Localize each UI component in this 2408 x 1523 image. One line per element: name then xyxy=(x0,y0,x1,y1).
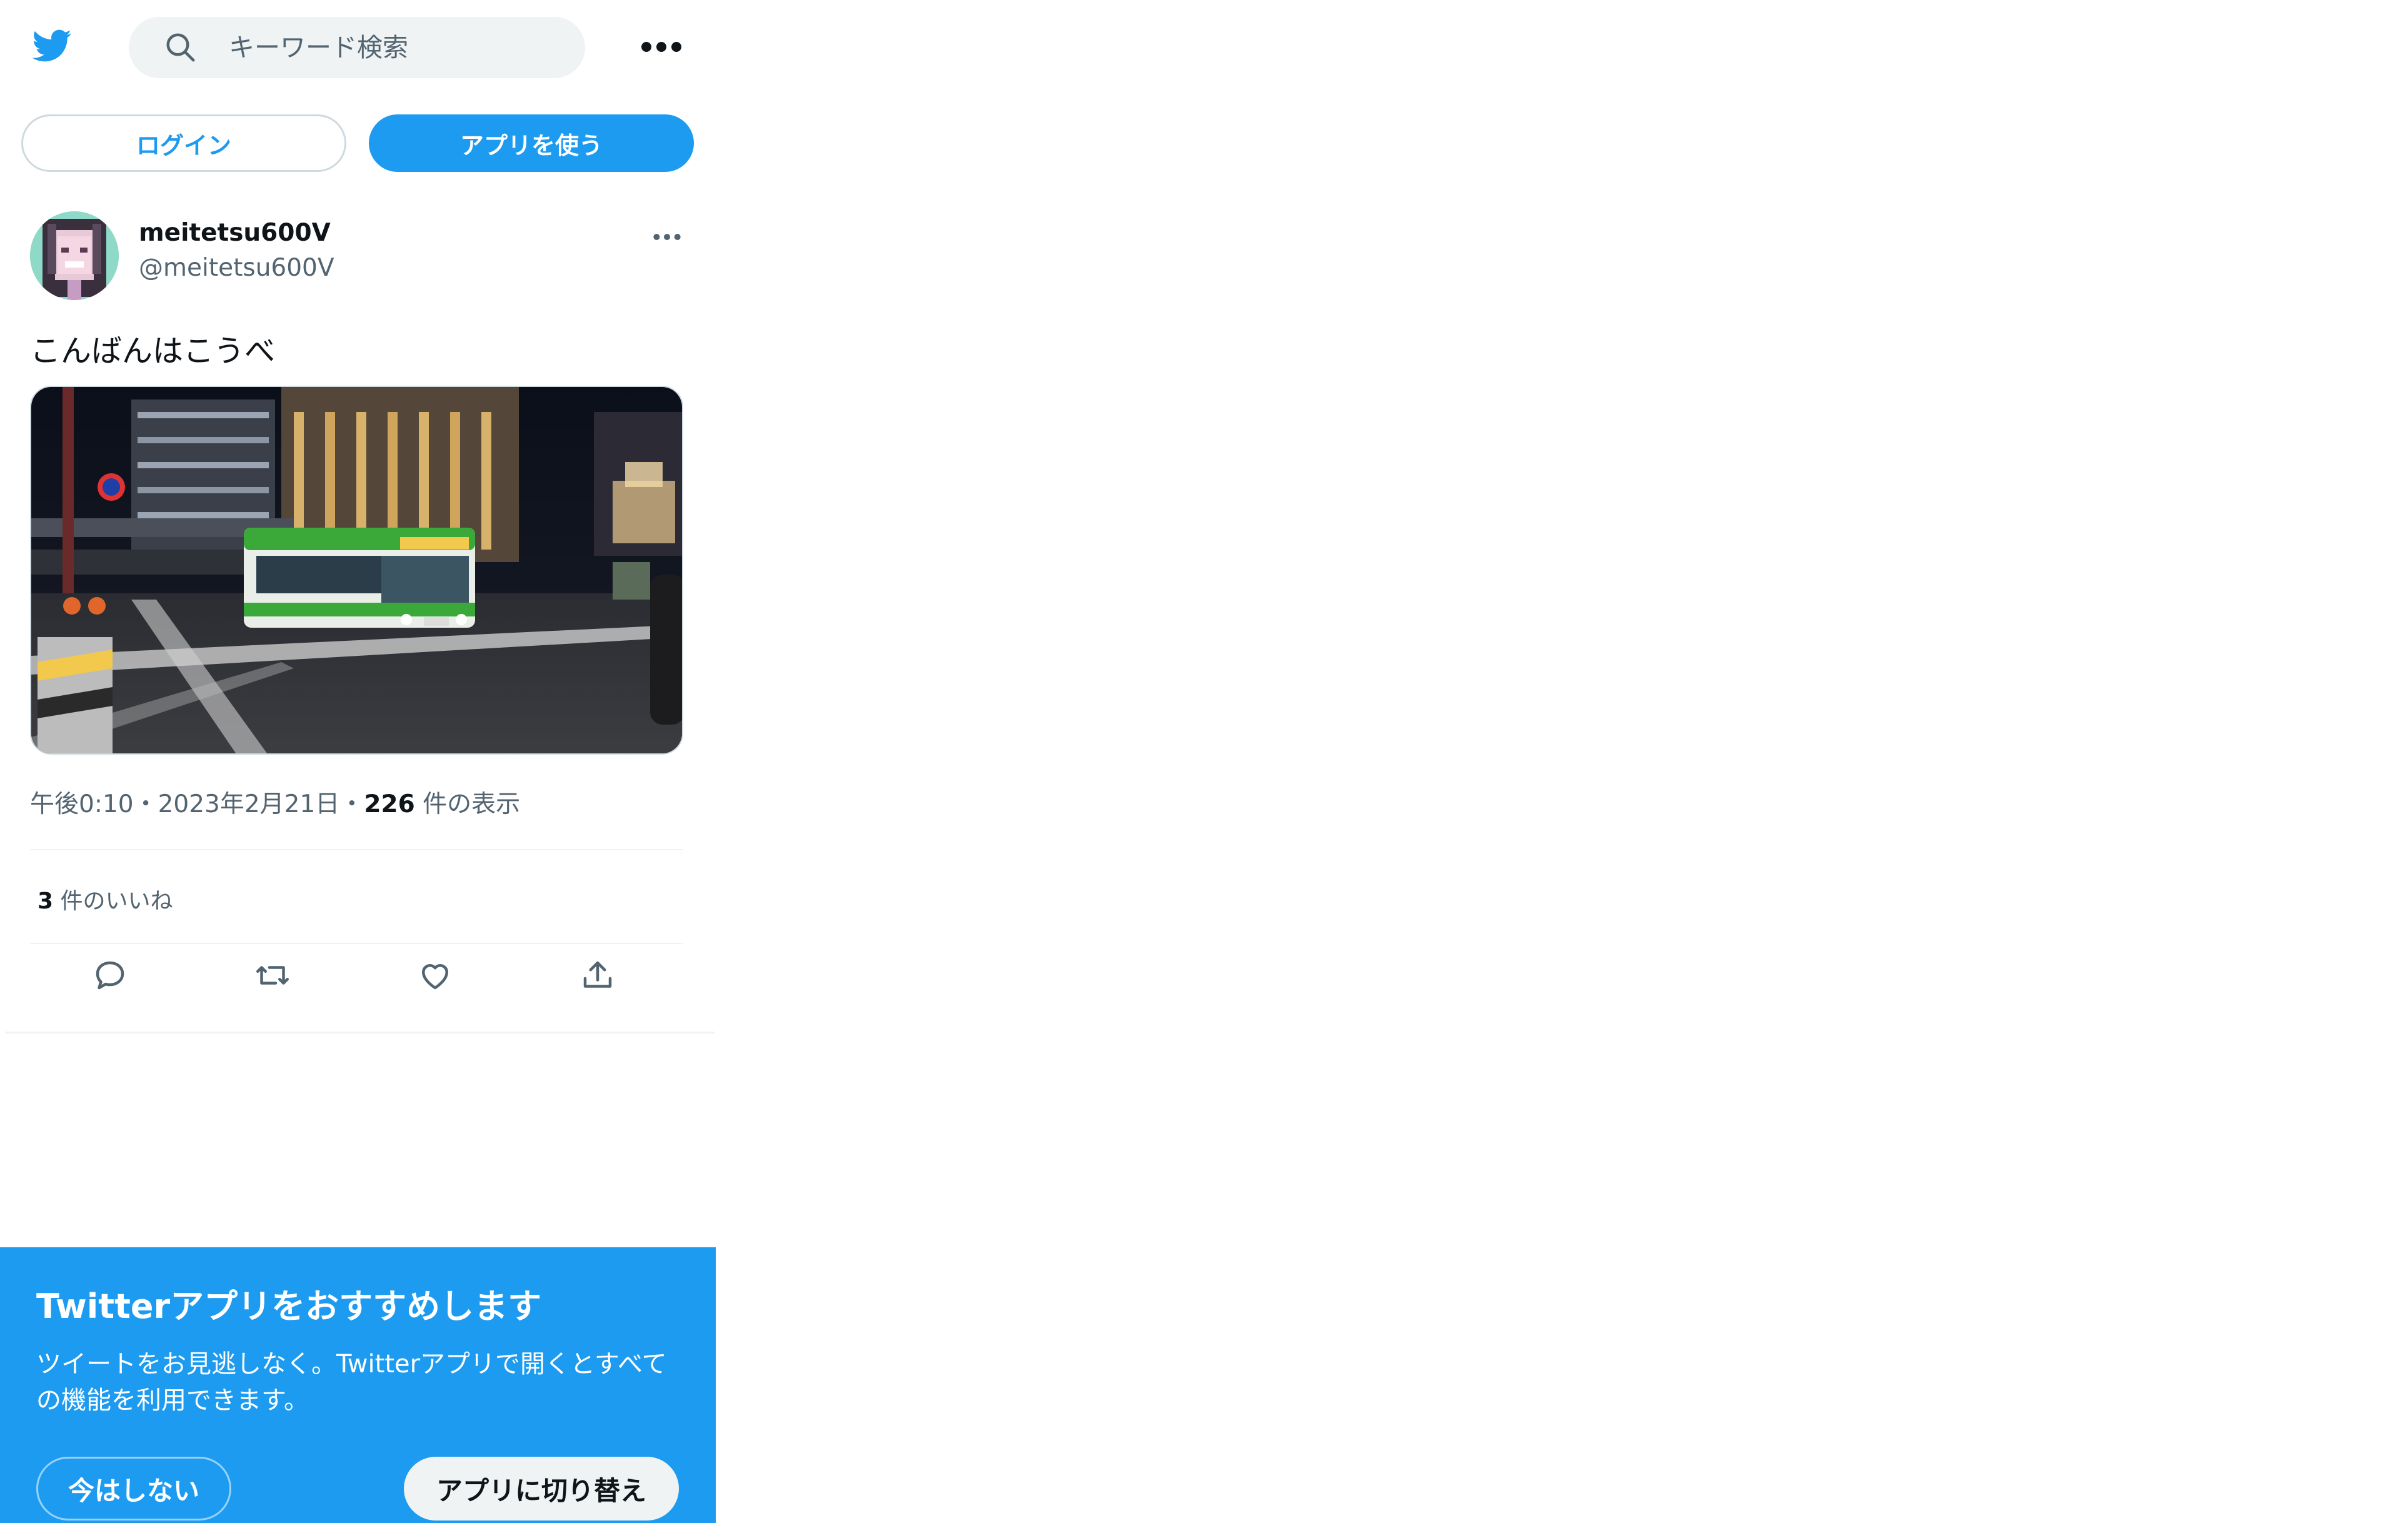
tweet-more-icon[interactable] xyxy=(651,230,683,244)
divider xyxy=(5,1032,715,1033)
app-promo-banner: Twitterアプリをおすすめします ツイートをお見逃しなく。Twitterアプ… xyxy=(0,1247,716,1523)
tweet-meta: 午後0:10・2023年2月21日・226 件の表示 xyxy=(30,785,520,820)
switch-to-app-button[interactable]: アプリに切り替え xyxy=(404,1457,679,1520)
like-icon[interactable] xyxy=(416,957,454,994)
more-horizontal-icon[interactable] xyxy=(635,34,688,59)
search-input[interactable] xyxy=(229,17,566,78)
tweet-date[interactable]: 2023年2月21日 xyxy=(158,790,340,818)
user-handle[interactable]: @meitetsu600V xyxy=(139,254,334,282)
promo-title: Twitterアプリをおすすめします xyxy=(36,1287,542,1326)
share-icon[interactable] xyxy=(579,957,616,994)
search-icon xyxy=(166,33,195,62)
meta-separator: ・ xyxy=(339,790,364,818)
retweet-icon[interactable] xyxy=(254,957,291,994)
bus-night-photo xyxy=(31,387,682,753)
tweet-time[interactable]: 午後0:10 xyxy=(30,790,134,818)
meta-separator: ・ xyxy=(133,790,158,818)
not-now-button[interactable]: 今はしない xyxy=(36,1457,231,1520)
tweet-actions xyxy=(30,943,683,1005)
promo-body: ツイートをお見逃しなく。Twitterアプリで開くとすべての機能を利用できます。 xyxy=(36,1350,667,1415)
tweet-photo[interactable] xyxy=(30,386,683,755)
likes-label: 件のいいね xyxy=(53,888,173,914)
display-name[interactable]: meitetsu600V xyxy=(139,219,331,247)
twitter-mobile-view: ログイン アプリを使う meitetsu600V @meitetsu600V xyxy=(0,0,716,1523)
login-button[interactable]: ログイン xyxy=(21,114,346,172)
likes-summary[interactable]: 3 件のいいね xyxy=(38,883,173,915)
avatar-image xyxy=(30,211,119,300)
avatar[interactable] xyxy=(30,211,119,300)
twitter-bird-icon[interactable] xyxy=(28,25,75,66)
top-bar xyxy=(0,0,716,100)
views-count: 226 xyxy=(364,790,415,818)
views-label: 件の表示 xyxy=(414,790,521,818)
tweet-text: こんばんはこうべ xyxy=(30,333,276,369)
use-app-button[interactable]: アプリを使う xyxy=(369,114,694,172)
search-bar[interactable] xyxy=(129,17,585,78)
likes-count: 3 xyxy=(38,888,54,914)
reply-icon[interactable] xyxy=(91,957,129,994)
divider xyxy=(30,849,683,850)
